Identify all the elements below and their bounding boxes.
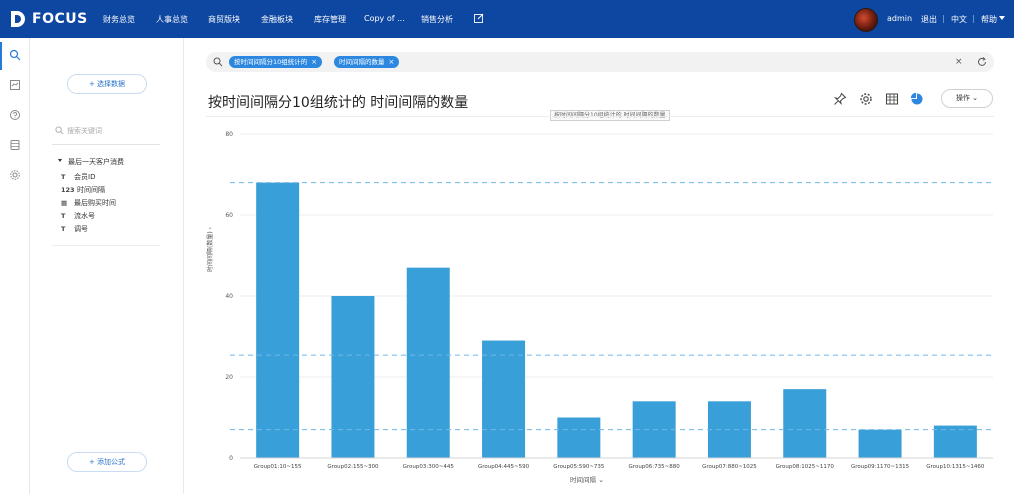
edit-icon[interactable] [474, 13, 484, 23]
field-item[interactable]: ▦ 最后购买时间 [61, 198, 116, 208]
field-label: 会员ID [74, 173, 96, 181]
language-switch[interactable]: 中文 [951, 14, 967, 25]
search-icon[interactable] [9, 49, 21, 61]
number-type-icon: 123 [61, 186, 75, 194]
field-label: 时间间隔 [77, 186, 105, 194]
text-type-icon: T [61, 173, 66, 181]
x-tick-label: Group04:445~590 [478, 464, 530, 470]
bar-chart: 0 20 40 60 80 Group01:10~155 Group02:155~300 Gr… [225, 131, 993, 470]
search-placeholder: 搜索关键词 [67, 127, 102, 135]
dashboard-icon[interactable] [9, 79, 21, 91]
focus-logo[interactable]: FOCUS [10, 9, 88, 29]
x-tick-label: Group06:735~880 [629, 464, 681, 470]
focus-logo-icon [11, 11, 25, 27]
separator: | [972, 14, 975, 23]
divider [206, 116, 994, 117]
field-label: 调号 [74, 225, 88, 233]
query-bar[interactable] [206, 52, 994, 72]
field-label: 流水号 [74, 212, 95, 220]
x-tick-label: Group08:1025~1170 [776, 464, 835, 470]
nav-item-hr[interactable]: 人事总览 [156, 14, 188, 25]
ops-label: 操作 [955, 94, 970, 102]
gear-icon[interactable] [859, 92, 873, 106]
field-item[interactable]: T 会员ID [61, 172, 95, 182]
x-tick-label: Group03:300~445 [403, 464, 455, 470]
divider [52, 144, 160, 145]
chart-bar [783, 389, 827, 458]
y-tick-label: 60 [225, 212, 233, 219]
chevron-down-icon[interactable] [999, 16, 1005, 21]
username[interactable]: admin [887, 14, 912, 23]
chart-title: 按时间间隔分10组统计的 时间间隔的数量 [208, 95, 469, 111]
separator: | [942, 14, 945, 23]
divider [52, 245, 160, 246]
field-item[interactable]: T 调号 [61, 224, 88, 234]
nav-item-trade[interactable]: 商贸版块 [208, 14, 240, 25]
clear-query-button[interactable]: × [955, 57, 963, 67]
chart-bar [256, 182, 300, 458]
nav-item-banking[interactable]: 金融板块 [261, 14, 293, 25]
field-item[interactable]: 123 时间间隔 [61, 185, 105, 195]
chart-bar [482, 340, 526, 458]
nav-item-inventory[interactable]: 库存管理 [314, 14, 346, 25]
logo-text: FOCUS [32, 11, 88, 27]
x-tick-label: Group07:880~1025 [702, 464, 757, 470]
x-tick-label: Group05:590~735 [553, 464, 605, 470]
table-view-icon[interactable] [885, 92, 899, 106]
logout-link[interactable]: 退出 [921, 14, 937, 25]
text-type-icon: T [61, 225, 66, 233]
x-axis-label: 时间间隔 ⌄ [570, 476, 604, 484]
y-tick-label: 40 [225, 293, 233, 300]
chart-bar [331, 296, 375, 458]
x-tick-label: Group10:1315~1460 [926, 464, 985, 470]
field-item[interactable]: T 流水号 [61, 211, 95, 221]
chart-bar [933, 425, 977, 458]
chart-bar [858, 429, 902, 458]
chip-label: 时间间隔的数量 [339, 58, 385, 66]
nav-item-finance[interactable]: 财务总览 [103, 14, 135, 25]
keyword-search-input[interactable]: 搜索关键词 [55, 124, 165, 138]
table-name[interactable]: 最后一天客户消费 [68, 157, 124, 167]
pin-icon[interactable] [833, 92, 847, 106]
chart-bar [557, 417, 601, 458]
query-chip[interactable]: 时间间隔的数量 × [334, 56, 400, 68]
data-panel: + 选择数据 搜索关键词 最后一天客户消费 T 会员ID 123 时间间隔 ▦ 最后购… [30, 38, 184, 494]
x-tick-label: Group02:155~300 [327, 464, 379, 470]
pie-chart-icon[interactable] [910, 92, 924, 106]
search-icon [213, 57, 223, 67]
operations-dropdown[interactable]: 操作 ⌄ [941, 89, 993, 108]
calendar-icon: ▦ [61, 199, 68, 207]
nav-item-copy[interactable]: Copy of ... [364, 14, 405, 23]
left-icon-rail [0, 38, 30, 494]
x-tick-label: Group09:1170~1315 [851, 464, 910, 470]
query-chip[interactable]: 按时间间隔分10组统计的 × [229, 56, 323, 68]
y-axis-label: 时间间隔(数量) › [207, 226, 214, 272]
y-tick-label: 0 [229, 455, 233, 462]
gear-icon[interactable] [9, 169, 21, 181]
add-formula-button[interactable]: + 添加公式 [67, 452, 147, 472]
chip-label: 按时间间隔分10组统计的 [234, 58, 308, 66]
caret-down-icon[interactable] [58, 159, 62, 162]
y-tick-label: 20 [225, 374, 233, 381]
refresh-icon[interactable] [977, 57, 987, 67]
chevron-down-icon: ⌄ [972, 94, 979, 102]
field-label: 最后购买时间 [74, 199, 116, 207]
y-tick-label: 80 [225, 131, 233, 138]
top-navigation-bar: FOCUS 财务总览 人事总览 商贸版块 金融板块 库存管理 Copy of .… [0, 0, 1014, 38]
text-type-icon: T [61, 212, 66, 220]
help-icon[interactable] [9, 109, 21, 121]
user-avatar[interactable] [854, 8, 878, 32]
nav-item-sales[interactable]: 销售分析 [421, 14, 453, 25]
close-icon[interactable]: × [389, 58, 395, 66]
close-icon[interactable]: × [311, 58, 317, 66]
x-tick-label: Group01:10~155 [254, 464, 302, 470]
search-icon [55, 126, 64, 135]
data-source-icon[interactable] [9, 139, 21, 151]
select-data-button[interactable]: + 选择数据 [67, 74, 147, 94]
help-link[interactable]: 帮助 [981, 14, 997, 25]
